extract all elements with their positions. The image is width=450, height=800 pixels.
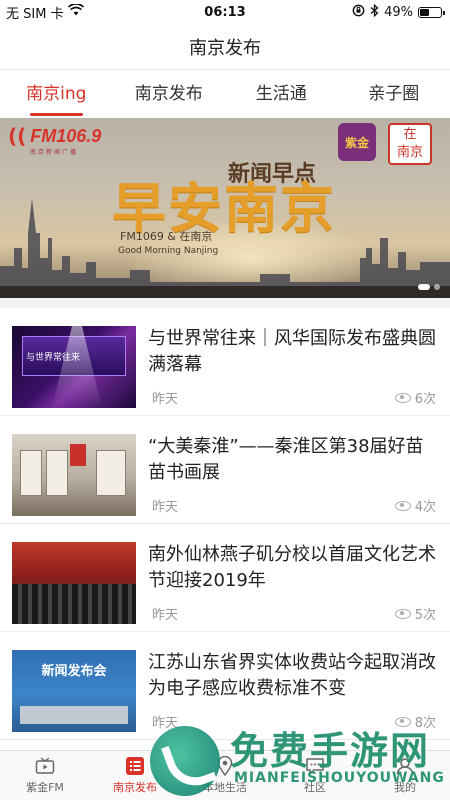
news-views: 8次 [394, 712, 436, 731]
user-icon [394, 756, 416, 776]
zai-label: 在 [403, 127, 417, 142]
nav-label: 本地生活 [203, 781, 247, 794]
carousel-indicator [418, 284, 440, 290]
tab-nanjing-fabu[interactable]: 南京发布 [113, 70, 226, 118]
rotation-lock-icon [352, 4, 365, 21]
zai-nanjing-badge: 在 南京 [388, 123, 432, 165]
banner-carousel[interactable]: (( FM106.9 南京新闻广播 紫金 在 南京 新闻早点 早安南京 FM10… [0, 118, 450, 298]
thumb-text: 新闻发布会 [41, 664, 107, 679]
news-headline: 江苏山东省界实体收费站今起取消改为电子感应收费标准不变 [148, 652, 436, 699]
bottom-navigation: 紫金FM 南京发布 本地生活 社区 我的 [0, 750, 450, 800]
fm-subtitle: 南京新闻广播 [30, 149, 79, 156]
exhibit-panel [96, 450, 126, 496]
conference-table [20, 706, 128, 724]
carousel-dot [434, 284, 440, 290]
exhibit-panel [20, 450, 42, 496]
news-headline: 南外仙林燕子矶分校以首届文化艺术节迎接2019年 [148, 544, 436, 591]
news-thumbnail [12, 434, 136, 516]
news-views: 4次 [394, 496, 436, 515]
category-tabs: 南京ing 南京发布 生活通 亲子圈 [0, 70, 450, 118]
page-title: 南京发布 [0, 24, 450, 70]
fm-wave-icon: (( [8, 124, 27, 148]
news-thumbnail [12, 542, 136, 624]
tab-qinziquan[interactable]: 亲子圈 [338, 70, 450, 118]
news-item[interactable]: 与世界常往来 与世界常往来｜风华国际发布盛典圆满落幕 昨天 6次 [0, 308, 450, 416]
chat-icon [304, 756, 326, 776]
news-time: 昨天 [152, 500, 179, 515]
news-list: 与世界常往来 与世界常往来｜风华国际发布盛典圆满落幕 昨天 6次 “大美秦淮”—… [0, 298, 450, 740]
nanjing-label: 南京 [396, 145, 423, 160]
battery-icon [418, 6, 445, 18]
list-icon [124, 756, 146, 776]
bluetooth-icon [370, 3, 379, 21]
news-thumbnail: 与世界常往来 [12, 326, 136, 408]
location-icon [214, 756, 236, 776]
news-item[interactable]: “大美秦淮”——秦淮区第38届好苗苗书画展 昨天 4次 [0, 416, 450, 524]
exhibit-red-sign [70, 444, 86, 466]
nav-label: 我的 [394, 781, 416, 794]
news-item[interactable]: 新闻发布会 江苏山东省界实体收费站今起取消改为电子感应收费标准不变 昨天 8次 [0, 632, 450, 740]
nav-zijin-fm[interactable]: 紫金FM [0, 751, 90, 800]
eye-icon [394, 716, 411, 727]
eye-icon [394, 392, 411, 403]
crowd-image [12, 584, 136, 624]
nav-label: 紫金FM [26, 781, 64, 794]
nav-local-life[interactable]: 本地生活 [180, 751, 270, 800]
view-count: 8次 [414, 716, 436, 731]
zijin-app-badge: 紫金 [338, 123, 376, 161]
news-views: 5次 [394, 604, 436, 623]
banner-subtitle-cn: FM1069 & 在南京 [120, 230, 213, 243]
nav-mine[interactable]: 我的 [360, 751, 450, 800]
tab-nanjing-ing[interactable]: 南京ing [0, 70, 113, 118]
battery-level [420, 8, 429, 16]
tv-icon [34, 756, 56, 776]
fm-logo: (( FM106.9 [8, 124, 101, 148]
exhibit-panel [46, 450, 68, 496]
news-headline: “大美秦淮”——秦淮区第38届好苗苗书画展 [148, 436, 424, 483]
news-time: 昨天 [152, 608, 179, 623]
nav-community[interactable]: 社区 [270, 751, 360, 800]
list-divider [0, 298, 450, 308]
news-time: 昨天 [152, 716, 179, 731]
nav-label: 社区 [304, 781, 326, 794]
status-bar: 无 SIM 卡 06:13 49% [0, 0, 450, 24]
news-headline: 与世界常往来｜风华国际发布盛典圆满落幕 [148, 328, 436, 375]
view-count: 6次 [414, 392, 436, 407]
tab-shenghuotong[interactable]: 生活通 [225, 70, 338, 118]
eye-icon [394, 500, 411, 511]
news-views: 6次 [394, 388, 436, 407]
news-thumbnail: 新闻发布会 [12, 650, 136, 732]
view-count: 4次 [414, 500, 436, 515]
nav-nanjing-fabu[interactable]: 南京发布 [90, 751, 180, 800]
carousel-dot-active [418, 284, 430, 290]
status-right: 49% [352, 3, 445, 21]
thumb-text: 与世界常往来 [26, 353, 81, 363]
eye-icon [394, 608, 411, 619]
nav-label: 南京发布 [113, 781, 157, 794]
battery-percent: 49% [384, 4, 413, 20]
banner-subtitle-en: Good Morning Nanjing [118, 246, 219, 256]
news-item[interactable]: 南外仙林燕子矶分校以首届文化艺术节迎接2019年 昨天 5次 [0, 524, 450, 632]
fm-logo-text: FM106.9 [30, 125, 102, 146]
news-time: 昨天 [152, 392, 179, 407]
view-count: 5次 [414, 608, 436, 623]
